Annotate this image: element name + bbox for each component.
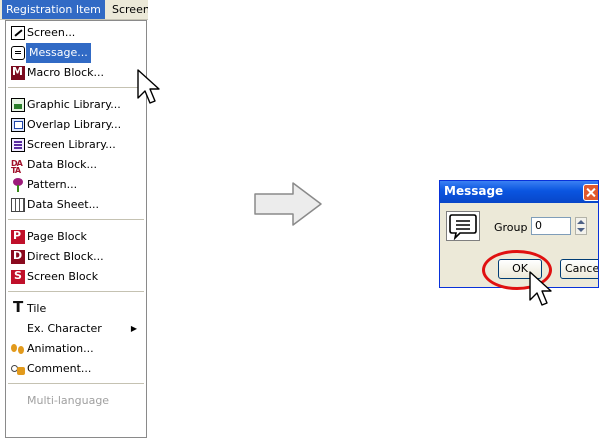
animation-icon [11,342,25,356]
menu-item-label: Animation... [27,342,94,355]
menu-item-macro-block[interactable]: Macro Block... [7,62,145,83]
mouse-cursor-icon [529,271,552,306]
direct-block-icon [11,246,25,266]
menu-separator [8,383,144,385]
menu-item-message[interactable]: Message... [7,43,145,63]
menu-screen-label: Screen [112,3,148,16]
menu-item-page-block[interactable]: Page Block [7,226,145,247]
menu-screen[interactable]: Screen [108,0,148,19]
menu-separator [8,219,144,221]
menu-separator [8,87,144,89]
menu-item-label: Graphic Library... [27,98,121,111]
data-sheet-icon [11,198,25,212]
menu-registration-item-label: Registration Item [6,3,101,16]
comment-icon [11,362,25,376]
page-block-icon [11,226,25,246]
menu-item-label: Tile [27,302,47,315]
tile-icon [11,297,25,317]
menu-item-label: Overlap Library... [27,118,122,131]
menu-item-label: Message... [26,43,91,63]
menu-item-label: Macro Block... [27,66,105,79]
menu-item-label: Direct Block... [27,250,104,263]
message-icon [449,214,477,241]
message-icon-box [446,211,480,241]
right-arrow-icon [254,182,322,226]
menu-item-overlap-library[interactable]: Overlap Library... [7,115,145,135]
menu-item-label: Page Block [27,230,87,243]
menu-item-label: Screen Library... [27,138,116,151]
group-label: Group [494,221,528,234]
graphic-library-icon [11,98,25,112]
menu-item-pattern[interactable]: Pattern... [7,175,145,195]
screen-library-icon [11,138,25,152]
macro-block-icon [11,62,25,82]
registration-item-dropdown: Screen... Message... Macro Block... Grap… [5,20,147,438]
menu-item-data-sheet[interactable]: Data Sheet... [7,195,145,215]
menu-item-label: Screen... [27,26,76,39]
menu-item-tile[interactable]: Tile [7,297,145,319]
menu-item-label: Multi-language [27,394,110,407]
menu-item-graphic-library[interactable]: Graphic Library... [7,95,145,115]
menu-item-screen-library[interactable]: Screen Library... [7,135,145,155]
screen-icon [11,26,25,40]
pattern-icon [11,178,25,192]
message-icon [11,46,25,60]
spin-up-icon[interactable] [577,220,585,224]
menu-item-label: Screen Block [27,270,99,283]
menu-item-label: Ex. Character [27,322,102,335]
menu-item-multi-language: Multi-language [7,391,145,411]
dialog-title: Message [444,184,504,198]
close-icon[interactable] [583,184,598,201]
menu-item-label: Comment... [27,362,92,375]
mouse-cursor-icon [137,69,160,104]
menu-separator [8,291,144,293]
menu-item-label: Pattern... [27,178,78,191]
menu-item-label: Data Sheet... [27,198,100,211]
submenu-arrow-icon: ▶ [130,324,137,333]
menu-item-data-block[interactable]: Data Block... [7,154,145,181]
group-input[interactable]: 0 [531,217,571,235]
dialog-title-bar: Message [440,181,598,203]
menu-item-animation[interactable]: Animation... [7,339,145,359]
cancel-button[interactable]: Cancel [560,259,598,279]
menu-item-direct-block[interactable]: Direct Block... [7,246,145,267]
menu-item-screen-block[interactable]: Screen Block [7,266,145,287]
menu-item-comment[interactable]: Comment... [7,359,145,379]
menu-registration-item[interactable]: Registration Item [2,0,105,19]
data-block-icon [11,154,25,181]
menu-bar: Registration Item Screen [0,0,148,20]
overlap-library-icon [11,118,25,132]
group-spinner[interactable] [575,217,587,235]
spin-down-icon[interactable] [577,228,585,232]
menu-item-screen[interactable]: Screen... [7,23,145,43]
menu-item-label: Data Block... [27,158,98,171]
menu-item-ex-character[interactable]: Ex. Character ▶ [7,319,145,339]
screen-block-icon [11,266,25,286]
